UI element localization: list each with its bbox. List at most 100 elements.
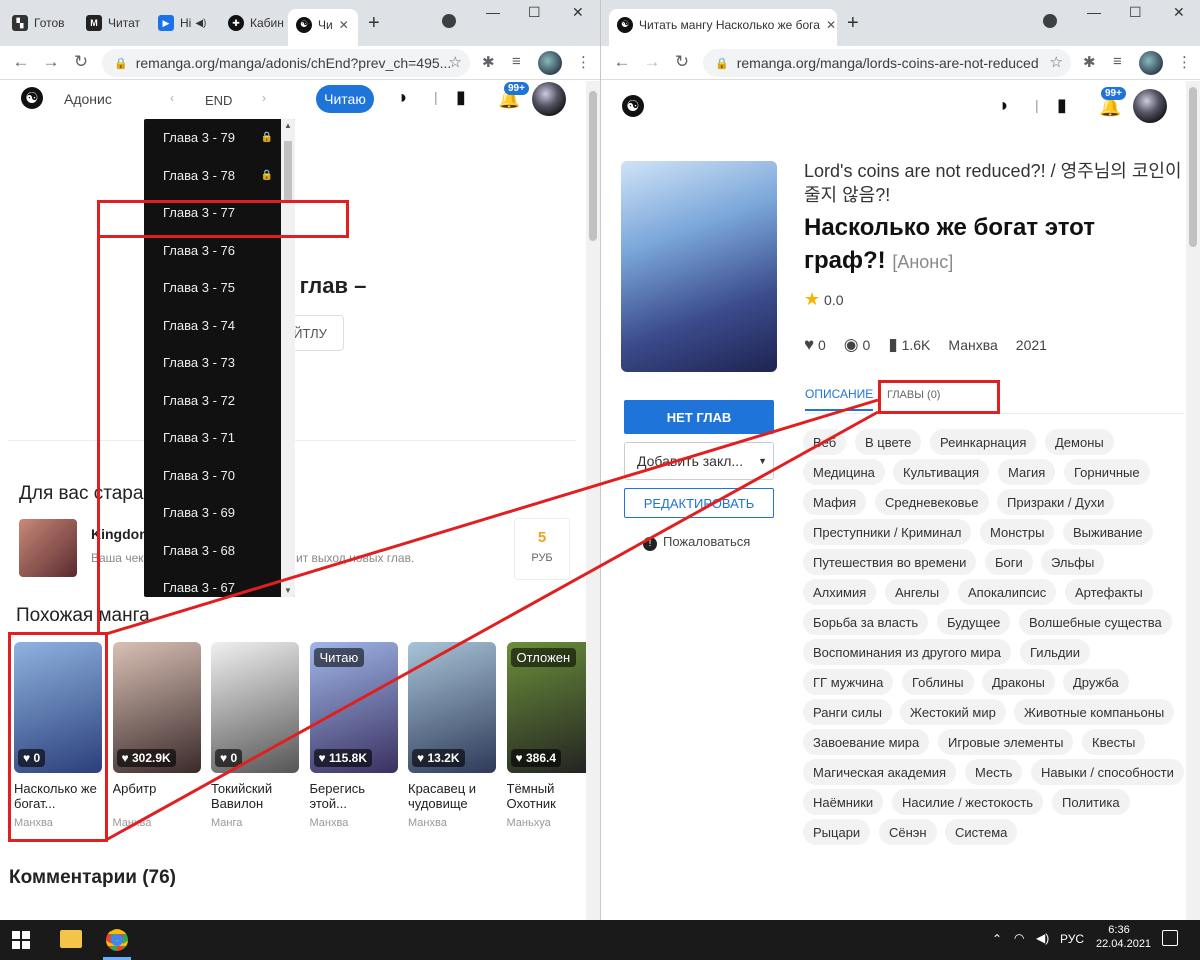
scroll-down-icon[interactable]: ▼ (284, 586, 292, 595)
genre-tag[interactable]: Месть (965, 759, 1023, 785)
media-icon[interactable]: ≡ (512, 53, 521, 70)
chapter-option[interactable]: Глава 3 - 77 (144, 194, 295, 232)
genre-tag[interactable]: Дружба (1063, 669, 1129, 695)
media-icon[interactable]: ≡ (1113, 53, 1122, 70)
genre-tag[interactable]: Квесты (1082, 729, 1146, 755)
genre-tag[interactable]: Боги (985, 549, 1033, 575)
prev-chapter-icon[interactable]: ‹ (170, 91, 174, 105)
genre-tag[interactable]: Система (945, 819, 1018, 845)
manga-card[interactable]: Отложен ♥ 386.4 Тёмный Охотник Маньхуа (506, 642, 595, 829)
bookmark-star-icon[interactable]: ☆ (1050, 53, 1063, 71)
manga-card-cover[interactable]: ♥ 0 (14, 642, 102, 773)
genre-tag[interactable]: Магическая академия (803, 759, 957, 785)
likes-stat[interactable]: ♥ 0 (804, 335, 826, 355)
genre-tag[interactable]: Культивация (893, 459, 990, 485)
browser-tab[interactable]: M Читат (78, 9, 146, 37)
genre-tag[interactable]: Ранги силы (803, 699, 892, 725)
address-bar[interactable]: 🔒 remanga.org/manga/lords-coins-are-not-r… (703, 49, 1071, 77)
genre-tag[interactable]: Воспоминания из другого мира (803, 639, 1012, 665)
extensions-icon[interactable]: ✱ (482, 53, 495, 71)
tab-search-icon[interactable] (442, 14, 456, 28)
genre-tag[interactable]: Рыцари (803, 819, 871, 845)
genre-tag[interactable]: Игровые элементы (938, 729, 1074, 755)
manga-card-cover[interactable]: ♥ 0 (211, 642, 299, 773)
no-chapters-button[interactable]: НЕТ ГЛАВ (624, 400, 774, 434)
chapter-option[interactable]: Глава 3 - 73 (144, 344, 295, 382)
profile-avatar[interactable] (1139, 51, 1163, 75)
page-scrollbar[interactable] (586, 81, 600, 920)
genre-tag[interactable]: Сёнэн (879, 819, 937, 845)
forward-icon[interactable]: → (40, 52, 62, 72)
genre-tag[interactable]: В цвете (855, 429, 922, 455)
manga-card-cover[interactable]: ♥ 302.9K (112, 642, 201, 773)
next-chapter-icon[interactable]: › (262, 91, 266, 105)
year-stat[interactable]: 2021 (1016, 337, 1047, 353)
genre-tag[interactable]: Наёмники (803, 789, 884, 815)
bell-icon[interactable]: 🔔 (1099, 97, 1121, 118)
genre-tag[interactable]: Жестокий мир (900, 699, 1006, 725)
genre-tag[interactable]: Путешествия во времени (803, 549, 977, 575)
genre-tag[interactable]: Драконы (982, 669, 1055, 695)
tab-search-icon[interactable] (1043, 14, 1057, 28)
page-scrollbar[interactable] (1186, 81, 1200, 920)
genre-tag[interactable]: Средневековье (875, 489, 989, 515)
site-logo-icon[interactable]: ☯ (21, 87, 43, 109)
dark-mode-icon[interactable]: ◗ (999, 95, 1010, 116)
manga-card[interactable]: ♥ 0 Насколько же богат... Манхва (14, 642, 102, 829)
close-tab-icon[interactable]: ✕ (826, 18, 836, 32)
profile-avatar[interactable] (538, 51, 562, 75)
forward-icon[interactable]: → (641, 52, 663, 72)
volume-icon[interactable]: ◀) (1036, 931, 1049, 945)
chapter-option[interactable]: Глава 3 - 72 (144, 382, 295, 420)
manga-card-cover[interactable]: Читаю ♥ 115.8K (309, 642, 398, 773)
bookmark-select[interactable]: Добавить закл... ▼ (624, 442, 774, 480)
price-button[interactable]: 5 РУБ (514, 518, 570, 580)
chapter-option[interactable]: Глава 3 - 67 (144, 569, 295, 597)
user-avatar[interactable] (532, 82, 566, 116)
manga-card-title[interactable]: Арбитр (113, 781, 201, 811)
genre-tag[interactable]: Волшебные существа (1019, 609, 1172, 635)
chapter-option[interactable]: Глава 3 - 69 (144, 494, 295, 532)
browser-tab[interactable]: ✚ Кабин (220, 9, 288, 37)
genre-tag[interactable]: Медицина (803, 459, 885, 485)
tab-description[interactable]: ОПИСАНИЕ (805, 387, 874, 411)
genre-tag[interactable]: Навыки / способности (1031, 759, 1184, 785)
promo-cover[interactable] (19, 519, 77, 577)
chapter-option[interactable]: Глава 3 - 70 (144, 457, 295, 495)
browser-tab-active[interactable]: ☯ Чи ✕ (288, 9, 358, 46)
user-avatar[interactable] (1133, 89, 1167, 123)
dropdown-scrollbar[interactable]: ▲ ▼ (281, 119, 295, 597)
windows-start-icon[interactable] (12, 931, 30, 949)
manga-card[interactable]: ♥ 302.9K Арбитр Манхва (112, 642, 201, 829)
chapter-option[interactable]: Глава 3 - 68 (144, 532, 295, 570)
chapter-option[interactable]: Глава 3 - 74 (144, 307, 295, 345)
file-explorer-icon[interactable] (60, 930, 82, 948)
genre-tag[interactable]: Преступники / Криминал (803, 519, 972, 545)
manga-card-title[interactable]: Красавец и чудовище (408, 781, 496, 811)
manga-card[interactable]: Читаю ♥ 115.8K Берегись этой... Манхва (309, 642, 398, 829)
genre-tag[interactable]: Выживание (1063, 519, 1153, 545)
reading-status-button[interactable]: Читаю (316, 85, 374, 113)
close-window-icon[interactable]: ✕ (1173, 4, 1185, 21)
minimize-icon[interactable]: — (1087, 4, 1101, 20)
manga-card-title[interactable]: Тёмный Охотник (507, 781, 595, 811)
chapter-option[interactable]: Глава 3 - 75 (144, 269, 295, 307)
new-tab-button[interactable]: + (843, 9, 867, 37)
bookmarks-icon[interactable]: ▮ (456, 87, 466, 108)
genre-tag[interactable]: Призраки / Духи (997, 489, 1115, 515)
chrome-icon[interactable] (106, 929, 128, 951)
chapter-option[interactable]: Глава 3 - 78 🔒 (144, 157, 295, 195)
manga-card-title[interactable]: Насколько же богат... (14, 781, 102, 811)
new-tab-button[interactable]: + (364, 9, 388, 37)
bookmarks-icon[interactable]: ▮ (1057, 95, 1067, 116)
genre-tag[interactable]: Мафия (803, 489, 867, 515)
chapter-select[interactable]: END (205, 93, 232, 108)
clock[interactable]: 6:36 22.04.2021 (1096, 924, 1151, 950)
manga-card-title[interactable]: Берегись этой... (310, 781, 398, 811)
chapter-dropdown[interactable]: Глава 3 - 79 🔒 Глава 3 - 78 🔒 Глава 3 - 77 Гл… (144, 119, 295, 597)
complain-link[interactable]: ! Пожаловаться (643, 534, 750, 551)
dark-mode-icon[interactable]: ◗ (398, 87, 409, 108)
back-icon[interactable]: ← (10, 52, 32, 72)
menu-icon[interactable]: ⋮ (576, 53, 591, 71)
tray-chevron-icon[interactable]: ⌃ (992, 932, 1002, 946)
